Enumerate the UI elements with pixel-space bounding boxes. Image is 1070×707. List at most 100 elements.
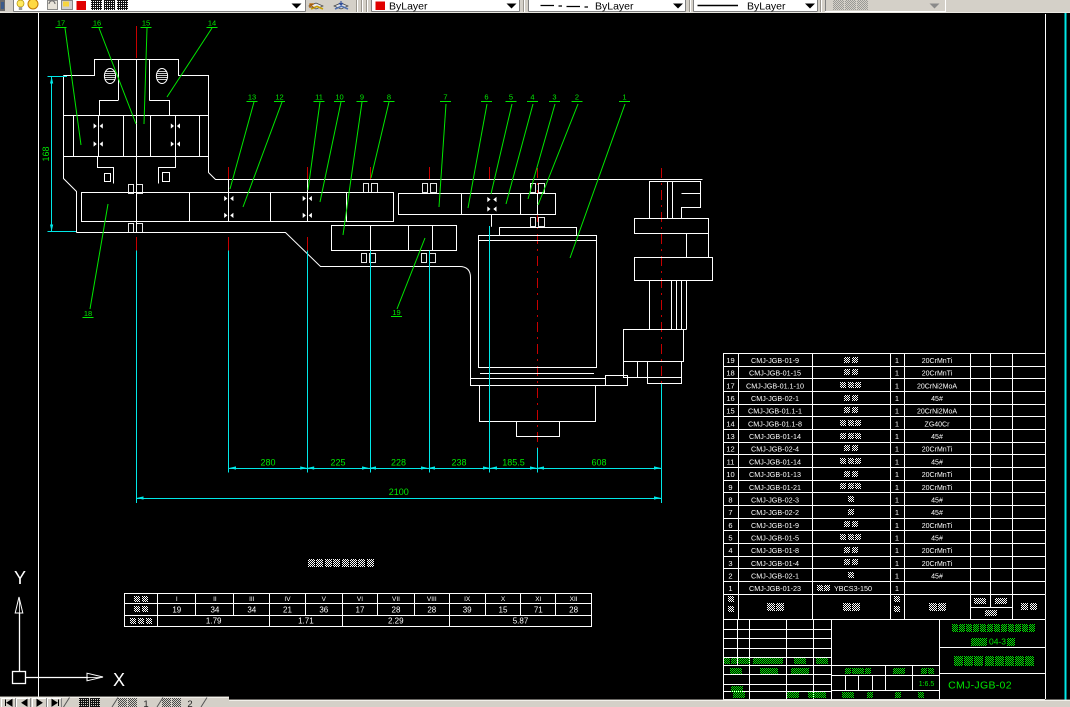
svg-text:3: 3 <box>728 559 732 568</box>
svg-text:45#: 45# <box>931 574 943 581</box>
svg-text:11: 11 <box>315 93 323 102</box>
svg-text:CMJ-JGB-02-4: CMJ-JGB-02-4 <box>751 445 799 454</box>
svg-text:CMJ-JGB-01-13: CMJ-JGB-01-13 <box>749 470 801 479</box>
svg-text:1:6.5: 1:6.5 <box>919 681 935 688</box>
svg-text:1: 1 <box>895 394 899 403</box>
svg-text:8: 8 <box>387 93 391 102</box>
svg-text:18: 18 <box>726 369 734 378</box>
svg-text:1: 1 <box>895 432 899 441</box>
svg-text:XII: XII <box>570 596 578 603</box>
svg-text:1: 1 <box>895 534 899 543</box>
svg-text:CMJ-JGB-01.1-10: CMJ-JGB-01.1-10 <box>746 381 804 390</box>
svg-text:1: 1 <box>895 521 899 530</box>
svg-text:20CrMnTi: 20CrMnTi <box>922 447 953 454</box>
svg-text:XI: XI <box>535 596 541 603</box>
svg-text:28: 28 <box>392 606 401 615</box>
svg-text:1: 1 <box>895 584 899 593</box>
svg-text:19: 19 <box>172 606 181 615</box>
svg-text:2: 2 <box>728 572 732 581</box>
svg-text:45#: 45# <box>931 396 943 403</box>
svg-text:45#: 45# <box>931 536 943 543</box>
svg-text:28: 28 <box>569 606 578 615</box>
svg-text:X: X <box>113 670 125 690</box>
svg-text:IV: IV <box>284 596 291 603</box>
svg-text:3: 3 <box>552 93 556 102</box>
svg-text:20CrNi2MoA: 20CrNi2MoA <box>917 383 957 390</box>
svg-text:45#: 45# <box>931 434 943 441</box>
svg-text:608: 608 <box>591 458 606 468</box>
svg-text:36: 36 <box>319 606 328 615</box>
svg-text:X: X <box>501 596 506 603</box>
svg-text:1.71: 1.71 <box>298 617 314 626</box>
svg-text:15: 15 <box>726 407 734 416</box>
svg-text:III: III <box>249 596 255 603</box>
svg-text:1: 1 <box>895 419 899 428</box>
svg-text:I: I <box>176 596 178 603</box>
svg-text:1: 1 <box>895 572 899 581</box>
svg-text:20CrMnTi: 20CrMnTi <box>922 485 953 492</box>
svg-text:9: 9 <box>360 93 364 102</box>
svg-text:20CrMnTi: 20CrMnTi <box>922 523 953 530</box>
svg-text:2.29: 2.29 <box>388 617 404 626</box>
svg-text:12: 12 <box>275 93 283 102</box>
svg-text:280: 280 <box>260 458 275 468</box>
svg-text:34: 34 <box>247 606 256 615</box>
svg-text:V: V <box>322 596 327 603</box>
svg-text:1: 1 <box>895 559 899 568</box>
svg-text:2100: 2100 <box>389 487 409 497</box>
svg-text:39: 39 <box>463 606 472 615</box>
svg-text:5: 5 <box>728 534 732 543</box>
svg-text:4: 4 <box>728 546 732 555</box>
svg-text:CMJ-JGB-02-1: CMJ-JGB-02-1 <box>751 572 799 581</box>
svg-text:CMJ-JGB-02-2: CMJ-JGB-02-2 <box>751 508 799 517</box>
svg-text:1: 1 <box>895 369 899 378</box>
svg-text:12: 12 <box>726 445 734 454</box>
svg-text:1: 1 <box>143 699 148 707</box>
svg-text:45#: 45# <box>931 497 943 504</box>
svg-text:1: 1 <box>895 381 899 390</box>
svg-text:ByLayer: ByLayer <box>389 1 428 13</box>
svg-text:20CrMnTi: 20CrMnTi <box>922 472 953 479</box>
svg-text:1: 1 <box>895 483 899 492</box>
svg-text:15: 15 <box>499 606 508 615</box>
svg-text:21: 21 <box>283 606 292 615</box>
svg-text:45#: 45# <box>931 459 943 466</box>
svg-text:168: 168 <box>41 146 51 161</box>
svg-text:20CrMnTi: 20CrMnTi <box>922 358 953 365</box>
svg-text:19: 19 <box>726 356 734 365</box>
svg-text:20CrMnTi: 20CrMnTi <box>922 371 953 378</box>
svg-text:ZG40Cr: ZG40Cr <box>925 421 951 428</box>
svg-text:45#: 45# <box>931 510 943 517</box>
svg-text:CMJ-JGB-01.1-8: CMJ-JGB-01.1-8 <box>748 419 802 428</box>
svg-text:6: 6 <box>728 521 732 530</box>
svg-text:19: 19 <box>392 308 400 317</box>
svg-text:28: 28 <box>427 606 436 615</box>
svg-text:VIII: VIII <box>427 596 437 603</box>
svg-text:20CrMnTi: 20CrMnTi <box>922 548 953 555</box>
svg-text:5: 5 <box>509 93 513 102</box>
svg-text:04-3: 04-3 <box>989 637 1006 647</box>
svg-text:CMJ-JGB-02: CMJ-JGB-02 <box>948 680 1012 692</box>
svg-text:185.5: 185.5 <box>502 458 525 468</box>
svg-text:1: 1 <box>895 508 899 517</box>
svg-text:YBCS3-150: YBCS3-150 <box>834 584 872 593</box>
svg-text:CMJ-JGB-01-14: CMJ-JGB-01-14 <box>749 457 801 466</box>
svg-text:1: 1 <box>622 93 626 102</box>
svg-text:CMJ-JGB-01-9: CMJ-JGB-01-9 <box>751 521 799 530</box>
svg-text:13: 13 <box>726 432 734 441</box>
svg-text:4: 4 <box>530 93 534 102</box>
svg-text:CMJ-JGB-01-23: CMJ-JGB-01-23 <box>749 584 801 593</box>
svg-text:16: 16 <box>726 394 734 403</box>
svg-text:1: 1 <box>895 445 899 454</box>
svg-text:1: 1 <box>895 457 899 466</box>
svg-text:CMJ-JGB-01.1-1: CMJ-JGB-01.1-1 <box>748 407 802 416</box>
svg-text:2: 2 <box>575 93 579 102</box>
svg-text:CMJ-JGB-02-3: CMJ-JGB-02-3 <box>751 495 799 504</box>
svg-text:2: 2 <box>187 699 192 707</box>
svg-text:16: 16 <box>93 19 101 28</box>
svg-text:1: 1 <box>895 356 899 365</box>
svg-text:CMJ-JGB-02-1: CMJ-JGB-02-1 <box>751 394 799 403</box>
svg-text:IX: IX <box>464 596 471 603</box>
svg-text:71: 71 <box>534 606 543 615</box>
svg-text:Y: Y <box>14 568 26 588</box>
